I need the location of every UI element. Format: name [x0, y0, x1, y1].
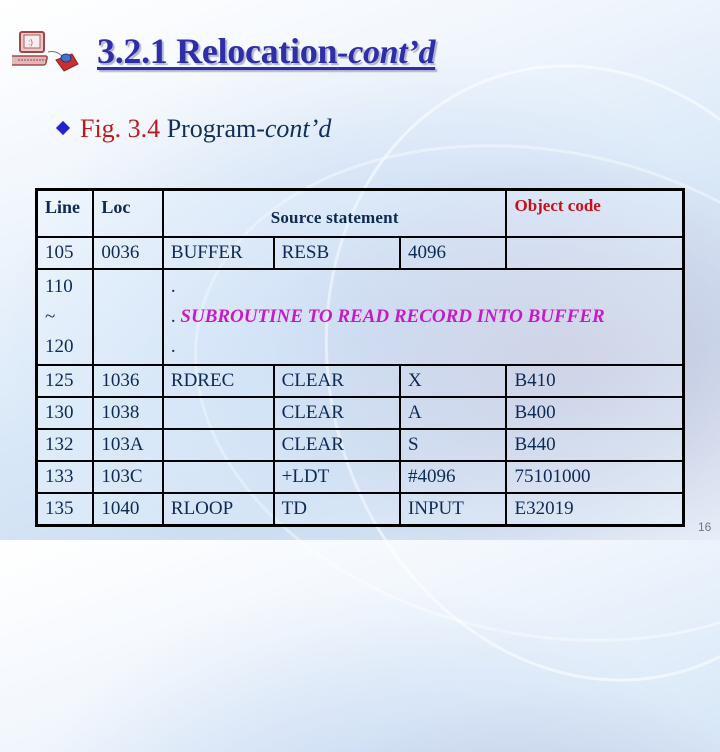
- cell-line: 135: [35, 492, 95, 527]
- cell-opcode: +LDT: [272, 460, 401, 494]
- computer-icon: :): [12, 31, 79, 72]
- cell-loc: 0036: [92, 236, 164, 270]
- cell-line: 132: [35, 428, 95, 462]
- cell-operand: A: [398, 396, 508, 430]
- header-loc: Loc: [92, 188, 164, 238]
- cell-line-range: 110 ~120: [35, 268, 95, 366]
- header-source-statement: Source statement: [161, 188, 508, 238]
- cell-line: 105: [35, 236, 95, 270]
- cell-object-code: E32019: [505, 492, 685, 527]
- cell-line: 133: [35, 460, 95, 494]
- comment-dot: .: [170, 336, 176, 357]
- cell-label: [161, 460, 275, 494]
- cell-label: RDREC: [161, 364, 275, 398]
- cell-label: [161, 396, 275, 430]
- table-row-comment: 110 ~120 . . SUBROUTINE TO READ RECORD IN…: [35, 268, 685, 366]
- slide-title-main: 3.2.1 Relocation: [97, 31, 338, 71]
- slide-title: 3.2.1 Relocation-cont’d: [97, 30, 435, 72]
- cell-line: 125: [35, 364, 95, 398]
- figure-caption-italic: cont’d: [264, 114, 332, 143]
- cell-operand: X: [398, 364, 508, 398]
- cell-object-code: 75101000: [505, 460, 685, 494]
- cell-object-code: B410: [505, 364, 685, 398]
- cell-label: RLOOP: [161, 492, 275, 527]
- cell-operand: INPUT: [398, 492, 508, 527]
- cell-loc: 1040: [92, 492, 164, 527]
- cell-line: 130: [35, 396, 95, 430]
- cell-object-code: B440: [505, 428, 685, 462]
- cell-loc: [92, 268, 164, 366]
- program-listing-table: Line Loc Source statement Object code 10…: [35, 188, 685, 527]
- cell-opcode: CLEAR: [272, 396, 401, 430]
- slide-title-suffix: -cont’d: [337, 34, 436, 71]
- cell-object-code: B400: [505, 396, 685, 430]
- table-row: 133 103C +LDT #4096 75101000: [35, 460, 685, 494]
- table-row: 125 1036 RDREC CLEAR X B410: [35, 364, 685, 398]
- cell-opcode: CLEAR: [272, 364, 401, 398]
- table-row: 135 1040 RLOOP TD INPUT E32019: [35, 492, 685, 527]
- figure-caption: Program-cont’d: [160, 114, 332, 143]
- comment-dot: .: [170, 276, 176, 297]
- table-row: 105 0036 BUFFER RESB 4096: [35, 236, 685, 270]
- cell-opcode: TD: [272, 492, 401, 527]
- page-number: 16: [698, 520, 712, 534]
- cell-loc: 103A: [92, 428, 164, 462]
- cell-label: BUFFER: [161, 236, 275, 270]
- line-range-separator: ~: [45, 306, 56, 327]
- cell-operand: 4096: [398, 236, 508, 270]
- bullet-item: Fig. 3.4 Program-cont’d: [55, 114, 332, 144]
- line-start: 110: [45, 276, 73, 297]
- cell-loc: 1038: [92, 396, 164, 430]
- cell-loc: 1036: [92, 364, 164, 398]
- cell-label: [161, 428, 275, 462]
- diamond-bullet-icon: [55, 120, 71, 136]
- figure-caption-main: Program-: [160, 114, 265, 143]
- table-row: 132 103A CLEAR S B440: [35, 428, 685, 462]
- table-row: 130 1038 CLEAR A B400: [35, 396, 685, 430]
- comment-text: SUBROUTINE TO READ RECORD INTO BUFFER: [180, 306, 605, 327]
- cell-opcode: CLEAR: [272, 428, 401, 462]
- table-header-row: Line Loc Source statement Object code: [35, 188, 685, 238]
- header-object-code: Object code: [505, 188, 685, 238]
- line-end: 120: [45, 336, 74, 357]
- cell-loc: 103C: [92, 460, 164, 494]
- figure-label: Fig. 3.4: [80, 114, 161, 143]
- cell-operand: #4096: [398, 460, 508, 494]
- cell-operand: S: [398, 428, 508, 462]
- header-line: Line: [35, 188, 95, 238]
- svg-text::): :): [28, 38, 33, 47]
- cell-comment: . . SUBROUTINE TO READ RECORD INTO BUFFE…: [161, 268, 685, 366]
- cell-opcode: RESB: [272, 236, 401, 270]
- comment-dot: .: [170, 306, 176, 327]
- cell-object-code: [505, 236, 685, 270]
